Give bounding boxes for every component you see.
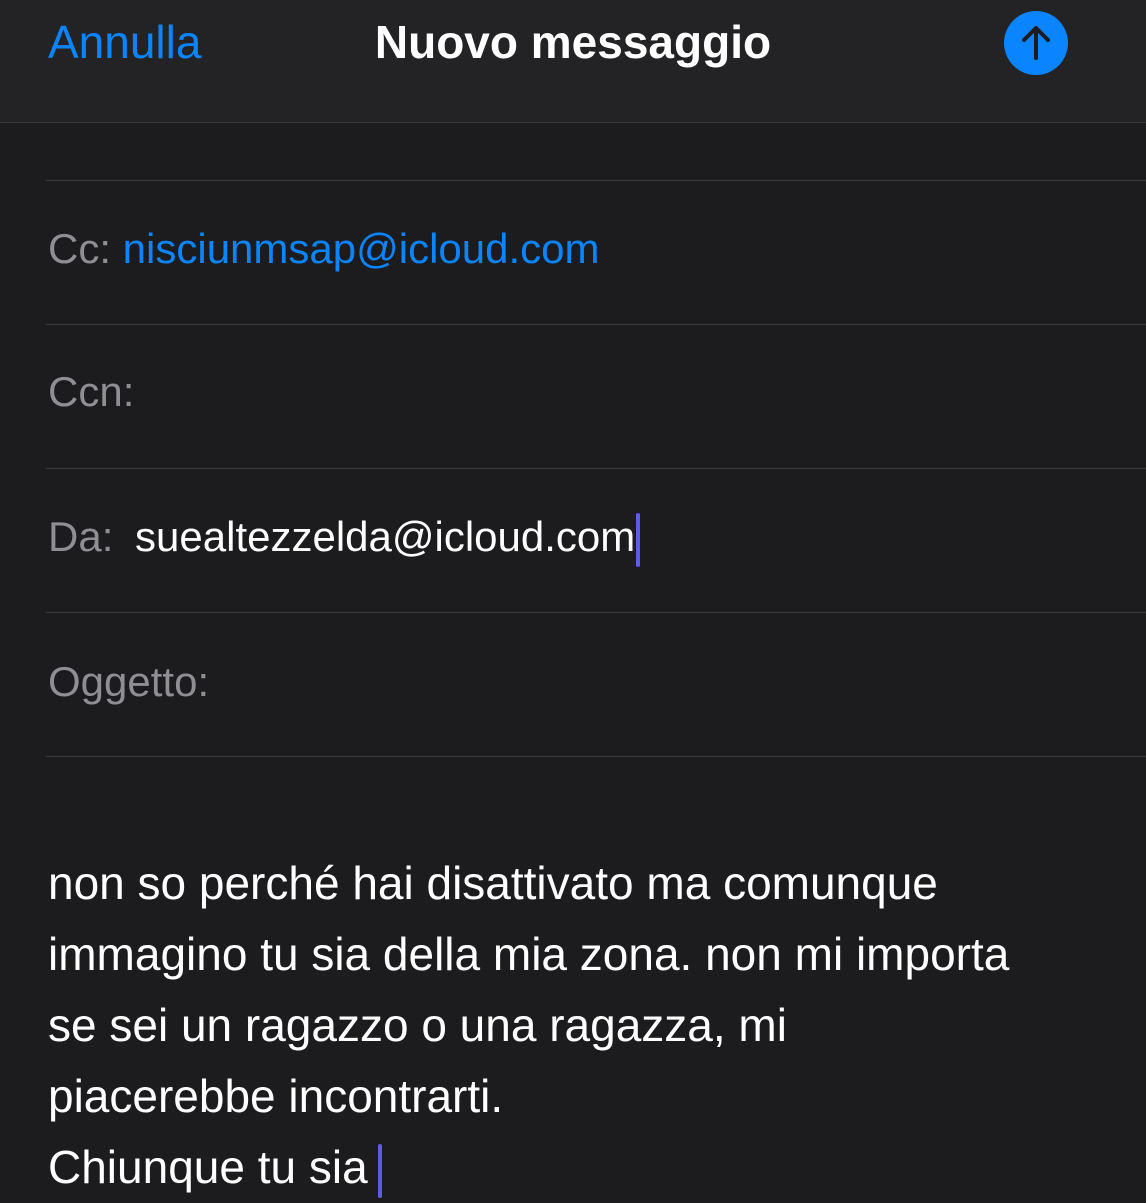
from-field[interactable]: Da: suealtezzelda@icloud.com	[48, 509, 641, 567]
message-line: non so perché hai disattivato ma comunqu…	[48, 857, 938, 909]
page-title: Nuovo messaggio	[374, 16, 772, 68]
cc-label: Cc:	[48, 225, 111, 272]
send-button[interactable]	[1004, 11, 1068, 75]
navigation-bar: Annulla Nuovo messaggio	[0, 0, 1146, 123]
from-label: Da:	[48, 513, 114, 560]
message-body[interactable]: non so perché hai disattivato ma comunqu…	[48, 848, 1128, 1203]
cc-field[interactable]: Cc: nisciunmsap@icloud.com	[48, 221, 600, 277]
bcc-divider	[46, 468, 1146, 469]
arrow-up-icon	[1022, 26, 1050, 60]
text-cursor	[377, 1143, 382, 1198]
message-line: se sei un ragazzo o una ragazza, mi	[48, 999, 787, 1051]
bcc-label: Ccn:	[48, 368, 135, 415]
to-field-divider	[46, 180, 1146, 181]
cc-recipient[interactable]: nisciunmsap@icloud.com	[123, 225, 600, 272]
cc-divider	[46, 324, 1146, 325]
message-line: piacerebbe incontrarti.	[48, 1070, 504, 1122]
from-divider	[46, 612, 1146, 613]
subject-field[interactable]: Oggetto:	[48, 654, 209, 710]
from-address[interactable]: suealtezzelda@icloud.com	[135, 513, 635, 560]
message-line: immagino tu sia della mia zona. non mi i…	[48, 928, 1010, 980]
message-last-line: Chiunque tu sia	[48, 1132, 1128, 1203]
subject-divider	[46, 756, 1146, 757]
text-cursor	[636, 512, 641, 567]
message-line: Chiunque tu sia	[48, 1141, 368, 1193]
bcc-field[interactable]: Ccn:	[48, 364, 134, 420]
subject-label: Oggetto:	[48, 658, 210, 705]
